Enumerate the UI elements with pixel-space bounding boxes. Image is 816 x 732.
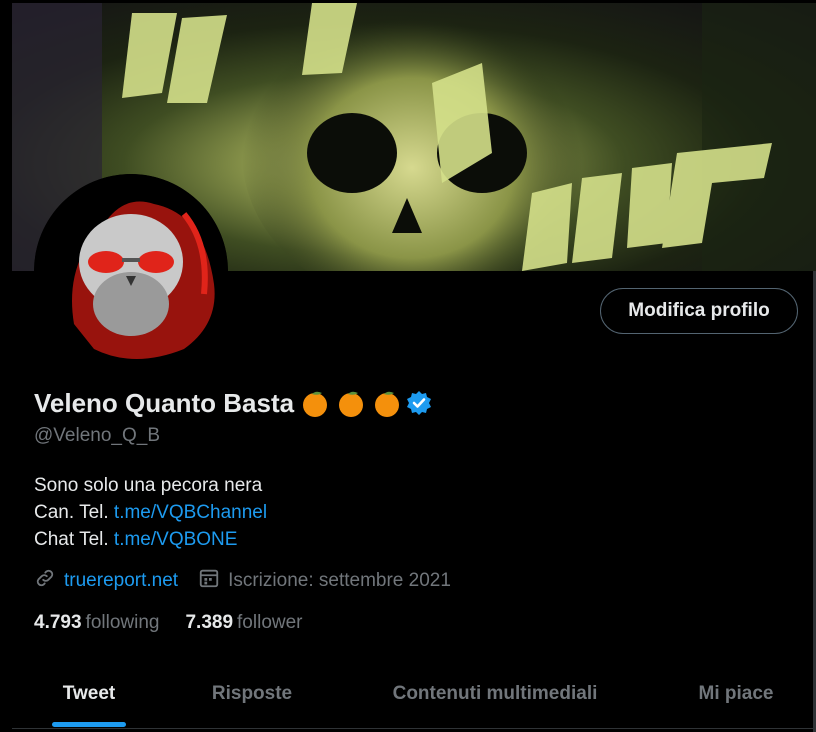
profile-meta: truereport.net Iscrizione: settembre 202… <box>34 567 451 595</box>
link-icon <box>34 567 56 595</box>
followers-label: follower <box>237 612 303 633</box>
active-tab-indicator <box>52 722 126 727</box>
following-stat[interactable]: 4.793 following <box>34 612 159 634</box>
follow-stats: 4.793 following 7.389 follower <box>34 610 303 636</box>
profile-avatar[interactable] <box>34 174 228 368</box>
tab-contenuti-multimediali[interactable]: Contenuti multimediali <box>380 660 610 728</box>
telegram-chat-link[interactable]: t.me/VQBONE <box>114 529 238 550</box>
join-date: Iscrizione: settembre 2021 <box>228 570 451 591</box>
bio-line: Sono solo una pecora nera <box>34 475 263 496</box>
display-name: Veleno Quanto Basta <box>34 387 295 418</box>
bio-line: Chat Tel. t.me/VQBONE <box>34 526 267 553</box>
verified-badge-icon[interactable] <box>406 390 432 416</box>
avatar-skull-image <box>34 174 228 368</box>
tab-tweet[interactable]: Tweet <box>52 660 126 728</box>
bio-line: Can. Tel. t.me/VQBChannel <box>34 499 267 526</box>
profile-name-row: Veleno Quanto Basta <box>34 386 432 420</box>
calendar-icon <box>198 567 220 595</box>
window-left-edge <box>0 0 12 732</box>
bio-text: Can. Tel. <box>34 502 109 523</box>
following-count: 4.793 <box>34 612 82 633</box>
orange-emoji-icon <box>300 388 330 418</box>
tab-risposte[interactable]: Risposte <box>200 660 304 728</box>
tab-mi-piace[interactable]: Mi piace <box>690 660 782 728</box>
followers-count: 7.389 <box>185 612 234 633</box>
profile-handle: @Veleno_Q_B <box>34 425 160 446</box>
website-link[interactable]: truereport.net <box>64 570 178 592</box>
orange-emoji-icon <box>372 388 402 418</box>
following-label: following <box>85 612 160 633</box>
telegram-channel-link[interactable]: t.me/VQBChannel <box>114 502 267 523</box>
bio-text: Chat Tel. <box>34 529 109 550</box>
edit-profile-button[interactable]: Modifica profilo <box>600 288 798 334</box>
orange-emoji-icon <box>336 388 366 418</box>
followers-stat[interactable]: 7.389 follower <box>185 612 302 634</box>
profile-bio: Sono solo una pecora nera Can. Tel. t.me… <box>34 472 267 553</box>
tabs-divider <box>12 728 816 729</box>
